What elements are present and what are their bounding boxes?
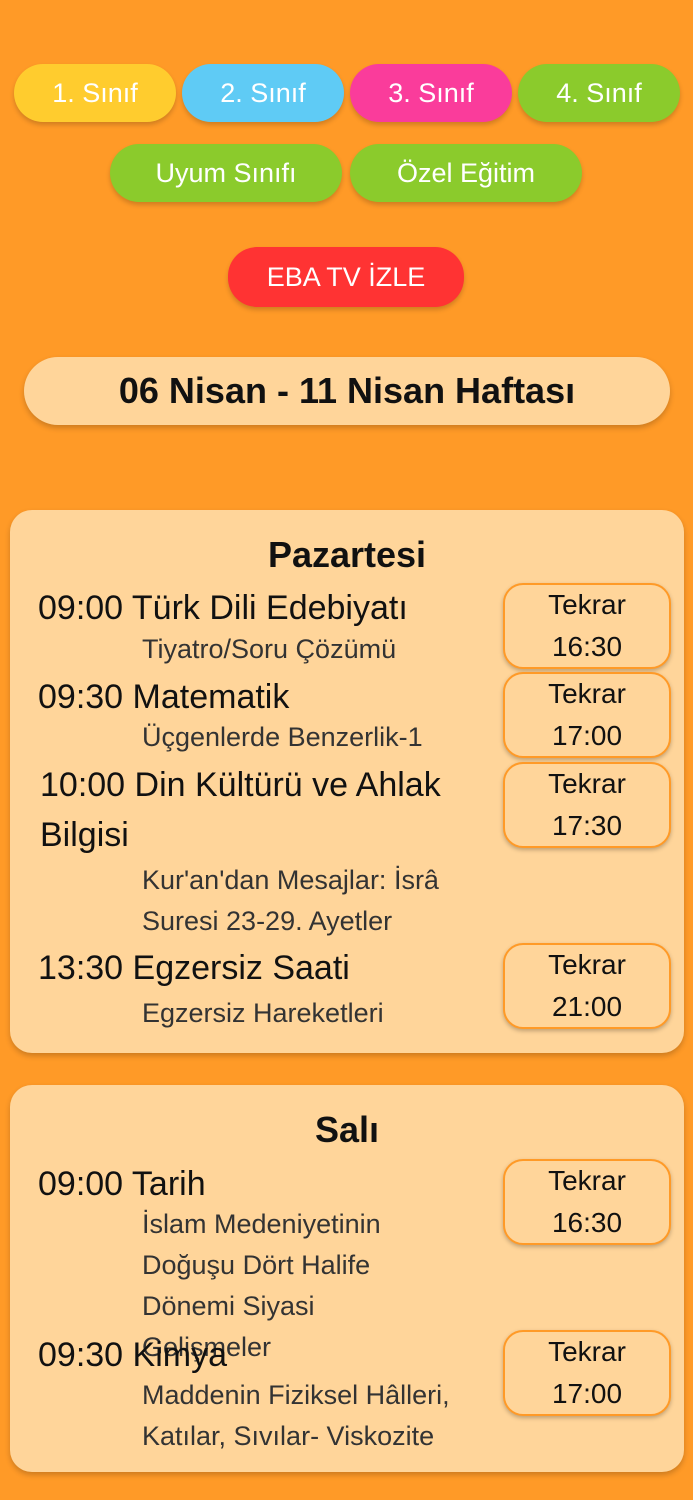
lesson-title: 09:00 Tarih [38, 1165, 206, 1203]
day-title: Pazartesi [267, 534, 427, 575]
repeat-time: 17:00 [551, 1378, 623, 1409]
grade-2-button[interactable]: 2. Sınıf [182, 64, 344, 122]
uyum-sinifi-button[interactable]: Uyum Sınıfı [110, 144, 342, 202]
repeat-button[interactable]: Tekrar 16:30 [503, 1159, 671, 1245]
repeat-button[interactable]: Tekrar 16:30 [503, 583, 671, 669]
repeat-label: Tekrar [548, 768, 626, 799]
repeat-label: Tekrar [548, 678, 626, 709]
lesson-title: 09:30 Kimya [38, 1336, 227, 1374]
day-card-sali: Salı 09:00 Tarih İslam Medeniyetinin Doğ… [10, 1085, 684, 1472]
repeat-time: 17:00 [551, 720, 623, 751]
repeat-label: Tekrar [548, 1336, 626, 1367]
day-title: Salı [314, 1109, 380, 1150]
lesson-title: 13:30 Egzersiz Saati [38, 949, 350, 987]
lesson-title: 10:00 Din Kültürü ve Ahlak Bilgisi [40, 766, 441, 854]
grade-1-button[interactable]: 1. Sınıf [14, 64, 176, 122]
lesson-title: 09:30 Matematik [38, 678, 290, 716]
week-title: 06 Nisan - 11 Nisan Haftası [24, 357, 670, 425]
eba-tv-button[interactable]: EBA TV İZLE [228, 247, 464, 307]
lesson-topic: Maddenin Fiziksel Hâlleri, Katılar, Sıvı… [142, 1380, 450, 1451]
repeat-button[interactable]: Tekrar 17:30 [503, 762, 671, 848]
ozel-egitim-button[interactable]: Özel Eğitim [350, 144, 582, 202]
repeat-time: 16:30 [551, 631, 623, 662]
repeat-label: Tekrar [548, 949, 626, 980]
lesson-topic: Tiyatro/Soru Çözümü [142, 634, 397, 664]
repeat-label: Tekrar [548, 589, 626, 620]
repeat-button[interactable]: Tekrar 17:00 [503, 1330, 671, 1416]
day-card-pazartesi: Pazartesi 09:00 Türk Dili Edebiyatı Tiya… [10, 510, 684, 1053]
repeat-time: 16:30 [551, 1207, 623, 1238]
grade-4-button[interactable]: 4. Sınıf [518, 64, 680, 122]
lesson-topic: Üçgenlerde Benzerlik-1 [142, 722, 423, 752]
lesson-topic: Kur'an'dan Mesajlar: İsrâ Suresi 23-29. … [142, 865, 439, 936]
repeat-time: 17:30 [551, 810, 623, 841]
lesson-topic: Egzersiz Hareketleri [142, 998, 384, 1028]
lesson-title: 09:00 Türk Dili Edebiyatı [38, 589, 408, 627]
repeat-label: Tekrar [548, 1165, 626, 1196]
grade-3-button[interactable]: 3. Sınıf [350, 64, 512, 122]
repeat-button[interactable]: Tekrar 21:00 [503, 943, 671, 1029]
repeat-button[interactable]: Tekrar 17:00 [503, 672, 671, 758]
repeat-time: 21:00 [551, 991, 623, 1022]
